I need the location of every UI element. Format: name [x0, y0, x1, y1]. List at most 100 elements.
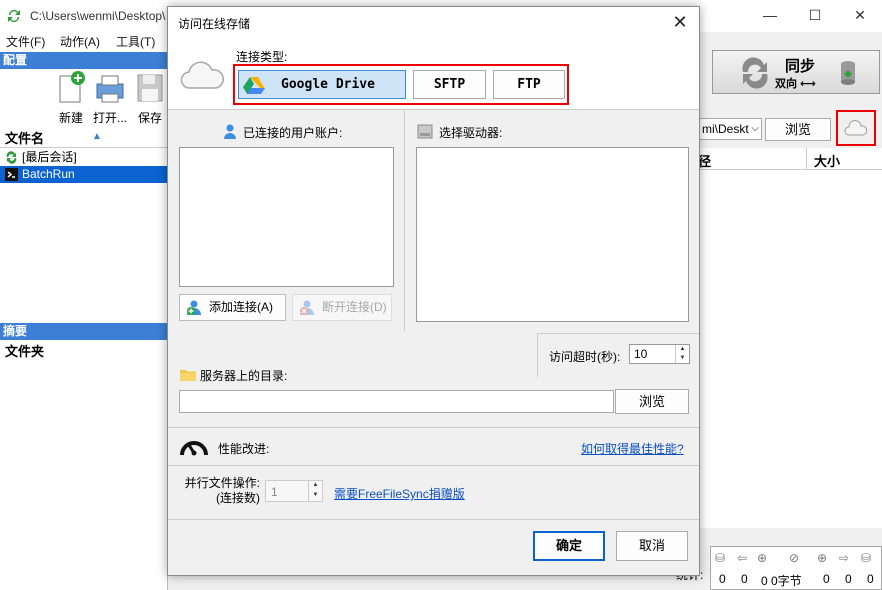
sync-small-icon [6, 151, 17, 164]
server-dir-browse-button[interactable]: 浏览 [615, 389, 689, 414]
size-column-header[interactable]: 大小 [814, 151, 840, 170]
file-name-header-text: 文件名 [5, 131, 45, 146]
ok-button[interactable]: 确定 [533, 531, 605, 561]
add-connection-button[interactable]: 添加连接(A) [179, 294, 286, 321]
connection-type-label: 连接类型: [236, 50, 288, 64]
new-label: 新建 [58, 111, 83, 125]
stat-value: 0 [719, 572, 726, 586]
parallel-ops-label-line2: (连接数) [216, 491, 260, 505]
server-dir-input[interactable] [179, 390, 614, 413]
sync-mode-label: 双向 ⟷ [775, 78, 816, 90]
dialog-title: 访问在线存储 [178, 17, 251, 31]
config-item-label: [最后会话] [22, 150, 77, 164]
stats-plus-right-icon: ⊕ [817, 551, 828, 565]
google-drive-icon [243, 77, 265, 94]
new-document-icon [59, 71, 85, 103]
user-icon [224, 124, 236, 139]
menu-tools[interactable]: 工具(T) [116, 33, 155, 50]
online-storage-dialog: 访问在线存储 ✕ 连接类型: Google Drive SFTP FTP 已连接… [167, 6, 700, 576]
spin-up-icon[interactable]: ▲ [676, 345, 689, 354]
dialog-titlebar: 访问在线存储 ✕ [168, 7, 699, 37]
save-label: 保存 [137, 111, 162, 125]
drive-list[interactable] [416, 147, 689, 322]
right-folder-path-value: mi\Deskt [702, 122, 749, 136]
dialog-close-button[interactable]: ✕ [668, 11, 692, 33]
stat-value: 0 [867, 572, 874, 586]
spin-down-icon[interactable]: ▼ [309, 491, 322, 501]
stats-plus-icon: ⊕ [757, 551, 768, 565]
donation-edition-link[interactable]: 需要FreeFileSync捐赠版 [334, 485, 465, 502]
performance-help-link[interactable]: 如何取得最佳性能? [581, 440, 684, 457]
server-dir-title: 服务器上的目录: [180, 367, 287, 384]
right-pane: 同步 双向 ⟷ mi\Deskt ⌵ 浏览 径 大小 统计: ⛁ ⇦ ⊕ ⊘ ⊕… [676, 32, 882, 590]
database-icon [841, 61, 855, 85]
sftp-label: SFTP [433, 77, 466, 92]
speedometer-icon [180, 441, 208, 456]
dialog-footer: 确定 取消 [168, 519, 699, 576]
menu-file[interactable]: 文件(F) [6, 33, 45, 50]
drive-icon [417, 124, 433, 139]
ftp-label: FTP [517, 77, 541, 92]
stat-value: 0 [741, 572, 748, 586]
disconnect-button[interactable]: 断开连接(D) [292, 294, 392, 321]
open-config-button[interactable]: 打开... [91, 70, 129, 126]
select-drive-label: 选择驱动器: [439, 126, 503, 140]
stats-arrow-right-icon: ⇨ [839, 551, 850, 565]
select-drive-title: 选择驱动器: [417, 124, 502, 141]
stat-value: 0 0字节 [761, 574, 802, 588]
connection-type-group: Google Drive SFTP FTP [233, 64, 569, 105]
timeout-spinner[interactable]: 10 ▲ ▼ [629, 344, 690, 364]
spinner-arrows[interactable]: ▲ ▼ [308, 481, 322, 501]
config-section-header: 配置 [0, 52, 168, 69]
right-folder-path-input[interactable]: mi\Deskt ⌵ [698, 118, 762, 140]
menubar: 文件(F) 动作(A) 工具(T) [0, 32, 170, 50]
spin-down-icon[interactable]: ▼ [676, 354, 689, 363]
config-item-last-session[interactable]: [最后会话] [0, 149, 168, 166]
stats-arrow-left-icon: ⇦ [737, 551, 748, 565]
parallel-ops-label-line1: 并行文件操作: [184, 476, 260, 490]
right-file-grid[interactable] [698, 170, 882, 528]
save-config-button[interactable]: 保存 [131, 70, 169, 126]
stat-value: 0 [823, 572, 830, 586]
stats-delete-icon: ⊘ [789, 551, 800, 565]
config-item-batchrun[interactable]: BatchRun [0, 166, 168, 183]
cloud-icon [180, 61, 224, 89]
add-connection-label: 添加连接(A) [209, 300, 273, 314]
sync-button[interactable]: 同步 双向 ⟷ [712, 50, 880, 94]
main-close-button[interactable]: ✕ [840, 4, 880, 26]
chevron-down-icon[interactable]: ⌵ [751, 119, 759, 139]
cancel-button[interactable]: 取消 [616, 531, 688, 561]
sync-label: 同步 [785, 58, 816, 75]
connection-type-area: 连接类型: Google Drive SFTP FTP [168, 37, 699, 110]
column-divider [806, 148, 807, 170]
google-drive-button[interactable]: Google Drive [238, 70, 406, 99]
timeout-box: 访问超时(秒): 10 ▲ ▼ [537, 333, 699, 377]
open-label: 打开... [92, 111, 127, 125]
new-config-button[interactable]: 新建 [52, 70, 90, 126]
parallel-ops-value: 1 [271, 485, 278, 499]
right-grid-header: 径 大小 [698, 148, 882, 170]
summary-section-header: 摘要 [0, 323, 168, 340]
server-dir-label: 服务器上的目录: [200, 369, 288, 383]
batch-icon [5, 168, 18, 181]
minimize-button[interactable]: — [750, 4, 790, 26]
performance-header: 性能改进: 如何取得最佳性能? [168, 428, 699, 466]
right-browse-button[interactable]: 浏览 [765, 118, 831, 141]
parallel-ops-label: 并行文件操作: (连接数) [179, 476, 260, 506]
config-panel: 配置 新建 打开... 保存 文件名 ▲ [最后会话] BatchRun 摘要 … [0, 50, 168, 590]
freefilesync-app-icon [8, 10, 20, 23]
maximize-button[interactable]: ☐ [795, 4, 835, 26]
ftp-button[interactable]: FTP [493, 70, 565, 99]
parallel-ops-spinner[interactable]: 1 ▲ ▼ [265, 480, 323, 502]
timeout-value: 10 [634, 347, 648, 361]
disconnect-label: 断开连接(D) [322, 300, 387, 314]
spinner-arrows[interactable]: ▲ ▼ [675, 345, 689, 363]
menu-action[interactable]: 动作(A) [60, 33, 100, 50]
performance-area: 性能改进: 如何取得最佳性能? 并行文件操作: (连接数) 1 ▲ ▼ 需要Fr… [168, 427, 699, 519]
spin-up-icon[interactable]: ▲ [309, 481, 322, 491]
file-name-column-header[interactable]: 文件名 ▲ [0, 130, 168, 148]
online-storage-button[interactable] [836, 110, 876, 146]
sftp-button[interactable]: SFTP [413, 70, 486, 99]
stats-trash-icon: ⛁ [861, 551, 872, 565]
connected-accounts-list[interactable] [179, 147, 394, 287]
